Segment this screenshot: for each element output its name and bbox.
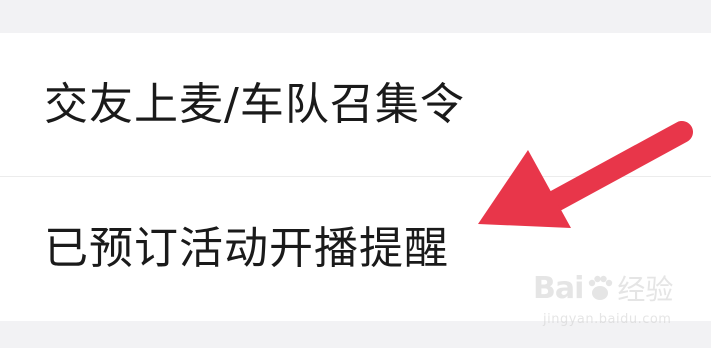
watermark-url: jingyan.baidu.com	[543, 312, 672, 327]
list-item-label: 已预订活动开播提醒	[44, 223, 449, 274]
paw-icon	[589, 275, 613, 300]
top-background	[0, 0, 711, 33]
list-item-label: 交友上麦/车队召集令	[44, 79, 465, 130]
baidu-logo: Bai 经验	[533, 270, 674, 307]
baidu-jingyan-watermark: Bai 经验 jingyan.baidu.com	[533, 268, 683, 334]
list-item-party-call[interactable]: 交友上麦/车队召集令	[0, 33, 711, 177]
